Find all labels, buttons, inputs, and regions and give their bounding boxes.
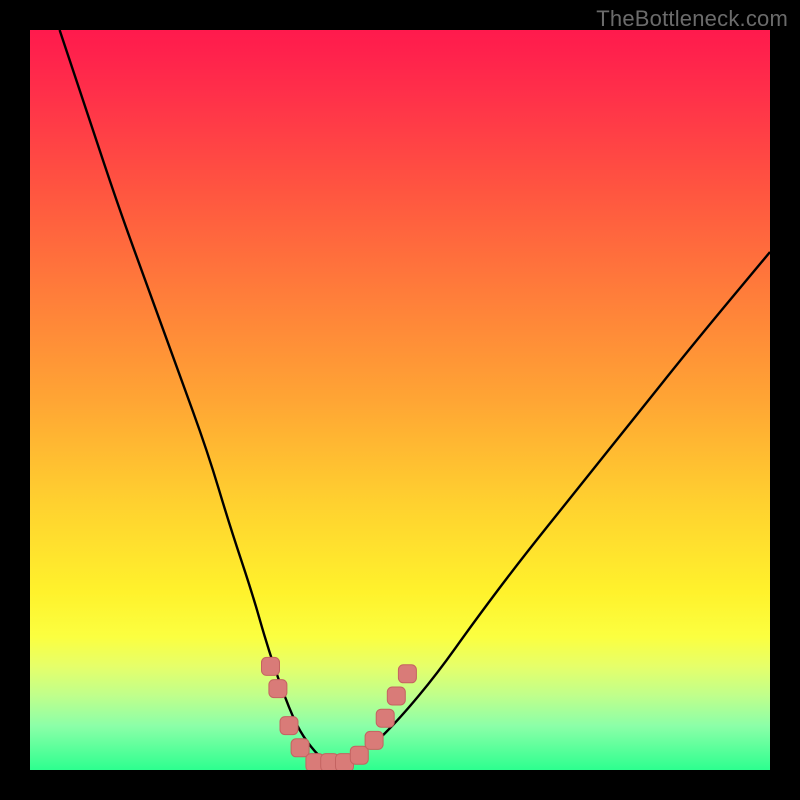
- data-marker: [280, 717, 298, 735]
- chart-frame: TheBottleneck.com: [0, 0, 800, 800]
- watermark-text: TheBottleneck.com: [596, 6, 788, 32]
- data-marker: [365, 731, 383, 749]
- data-marker: [398, 665, 416, 683]
- bottleneck-curve: [60, 30, 770, 763]
- data-marker: [376, 709, 394, 727]
- data-marker: [350, 746, 368, 764]
- data-marker: [262, 657, 280, 675]
- curve-layer: [30, 30, 770, 770]
- plot-area: [30, 30, 770, 770]
- data-marker: [291, 739, 309, 757]
- data-marker: [387, 687, 405, 705]
- data-marker: [269, 680, 287, 698]
- marker-group: [262, 657, 417, 770]
